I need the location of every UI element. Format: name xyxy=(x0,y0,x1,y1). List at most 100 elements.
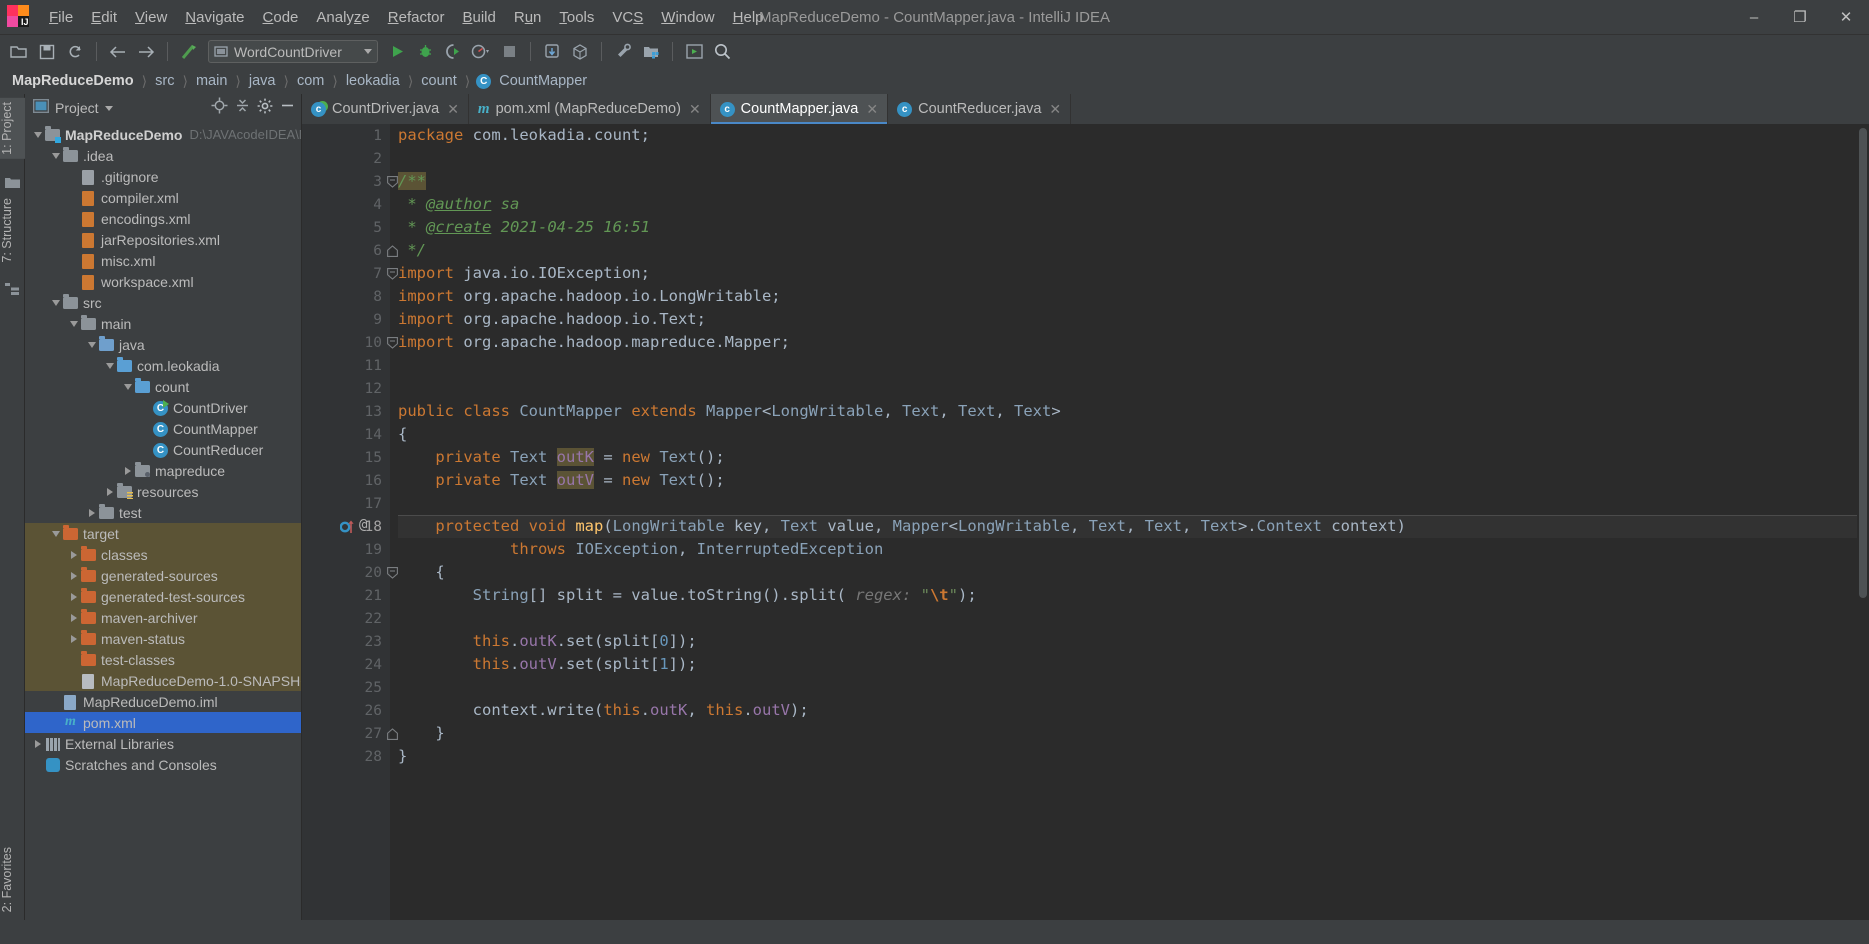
close-tab-icon[interactable]: ✕ xyxy=(866,101,878,118)
breadcrumb-item-count[interactable]: count xyxy=(419,73,458,89)
run-configuration-selector[interactable]: WordCountDriver xyxy=(208,40,378,63)
editor-gutter[interactable]: 1 2 3 4 5 6 7 8 9 10 11 12 13 14 15 16 17 @18 19 20 21 22 23 24… xyxy=(302,124,398,920)
gutter-line-25[interactable]: 25 xyxy=(302,676,390,699)
back-icon[interactable] xyxy=(105,39,131,65)
close-tab-icon[interactable]: ✕ xyxy=(1049,101,1061,118)
expand-arrow-icon[interactable] xyxy=(121,466,135,475)
commit-icon[interactable] xyxy=(567,39,593,65)
menu-item-help[interactable]: Help xyxy=(724,6,773,29)
breadcrumb-item-leokadia[interactable]: leokadia xyxy=(344,73,402,89)
locate-icon[interactable] xyxy=(211,97,228,119)
editor-tab-pom-xml-mapreducedemo[interactable]: m pom.xml (MapReduceDemo) ✕ xyxy=(469,94,711,124)
gutter-line-28[interactable]: 28 xyxy=(302,745,390,768)
gutter-line-1[interactable]: 1 xyxy=(302,124,390,147)
breadcrumb-item-project[interactable]: MapReduceDemo xyxy=(10,73,136,89)
sync-icon[interactable] xyxy=(62,39,88,65)
gutter-line-21[interactable]: 21 xyxy=(302,584,390,607)
editor-tab-countmapper-java[interactable]: c CountMapper.java ✕ xyxy=(710,94,889,124)
tree-node-target[interactable]: target xyxy=(25,523,301,544)
expand-arrow-icon[interactable] xyxy=(67,634,81,643)
close-tab-icon[interactable]: ✕ xyxy=(447,101,459,118)
hide-icon[interactable] xyxy=(280,98,295,118)
tree-node-gitignore[interactable]: .gitignore xyxy=(25,166,301,187)
gutter-line-2[interactable]: 2 xyxy=(302,147,390,170)
code-editor[interactable]: 1 2 3 4 5 6 7 8 9 10 11 12 13 14 15 16 17 @18 19 20 21 22 23 24… xyxy=(302,124,1869,920)
tree-node-pom-xml[interactable]: m pom.xml xyxy=(25,712,301,733)
run-icon[interactable] xyxy=(384,39,410,65)
menu-item-run[interactable]: Run xyxy=(505,6,551,29)
update-project-icon[interactable] xyxy=(539,39,565,65)
menu-item-edit[interactable]: Edit xyxy=(82,6,126,29)
tree-node-resources[interactable]: resources xyxy=(25,481,301,502)
gutter-line-10[interactable]: 10 xyxy=(302,331,398,354)
expand-arrow-icon[interactable] xyxy=(85,508,99,517)
gutter-line-4[interactable]: 4 xyxy=(302,193,390,216)
maximize-button[interactable]: ❐ xyxy=(1777,0,1823,34)
tree-node-idea[interactable]: .idea xyxy=(25,145,301,166)
minimize-button[interactable]: – xyxy=(1731,0,1777,34)
tool-window-tab-project[interactable]: 1: Project xyxy=(0,98,25,159)
expand-arrow-icon[interactable] xyxy=(31,739,45,748)
tree-node-countdriver[interactable]: C CountDriver xyxy=(25,397,301,418)
gutter-line-16[interactable]: 16 xyxy=(302,469,390,492)
tree-node-maven-archiver[interactable]: maven-archiver xyxy=(25,607,301,628)
expand-arrow-icon[interactable] xyxy=(67,592,81,601)
tree-node-mapreduce[interactable]: mapreduce xyxy=(25,460,301,481)
tree-node-misc-xml[interactable]: misc.xml xyxy=(25,250,301,271)
gutter-line-17[interactable]: 17 xyxy=(302,492,390,515)
expand-arrow-icon[interactable] xyxy=(67,571,81,580)
editor-tab-countreducer-java[interactable]: c CountReducer.java ✕ xyxy=(888,94,1072,124)
collapse-all-icon[interactable] xyxy=(235,98,250,118)
expand-arrow-icon[interactable] xyxy=(67,550,81,559)
gutter-line-3[interactable]: 3 xyxy=(302,170,398,193)
collapse-arrow-icon[interactable] xyxy=(31,131,45,138)
collapse-arrow-icon[interactable] xyxy=(49,530,63,537)
search-everywhere-icon[interactable] xyxy=(709,39,735,65)
menu-item-file[interactable]: File xyxy=(40,6,82,29)
gutter-line-12[interactable]: 12 xyxy=(302,377,390,400)
tree-node-maven-status[interactable]: maven-status xyxy=(25,628,301,649)
tree-node-encodings-xml[interactable]: encodings.xml xyxy=(25,208,301,229)
breadcrumb-item-main[interactable]: main xyxy=(194,73,229,89)
menu-item-code[interactable]: Code xyxy=(254,6,308,29)
editor-tab-countdriver-java[interactable]: c CountDriver.java ✕ xyxy=(302,94,469,124)
overridden-method-icon[interactable] xyxy=(339,519,354,538)
tree-node-mapreducedemo-iml[interactable]: MapReduceDemo.iml xyxy=(25,691,301,712)
tree-node-jarrepositories-xml[interactable]: jarRepositories.xml xyxy=(25,229,301,250)
tree-node-compiler-xml[interactable]: compiler.xml xyxy=(25,187,301,208)
tree-node-scratches-and-consoles[interactable]: Scratches and Consoles xyxy=(25,754,301,775)
save-all-icon[interactable] xyxy=(34,39,60,65)
build-icon[interactable] xyxy=(176,39,202,65)
select-in-icon[interactable] xyxy=(681,39,707,65)
menu-item-tools[interactable]: Tools xyxy=(550,6,603,29)
close-button[interactable]: ✕ xyxy=(1823,0,1869,34)
tree-node-classes[interactable]: classes xyxy=(25,544,301,565)
tree-node-mapreducedemo[interactable]: MapReduceDemo D:\JAVAcodeIDEA\M xyxy=(25,124,301,145)
expand-arrow-icon[interactable] xyxy=(67,613,81,622)
breadcrumb-item-src[interactable]: src xyxy=(153,73,176,89)
tool-window-tab-favorites[interactable]: 2: Favorites xyxy=(0,843,25,916)
gutter-line-15[interactable]: 15 xyxy=(302,446,390,469)
tree-node-test-classes[interactable]: test-classes xyxy=(25,649,301,670)
tree-node-countreducer[interactable]: C CountReducer xyxy=(25,439,301,460)
forward-icon[interactable] xyxy=(133,39,159,65)
gutter-line-14[interactable]: 14 xyxy=(302,423,390,446)
gutter-line-5[interactable]: 5 xyxy=(302,216,390,239)
run-with-coverage-icon[interactable] xyxy=(440,39,466,65)
editor-tab-strip[interactable]: c CountDriver.java ✕ m pom.xml (MapReduceDem… xyxy=(302,94,1869,124)
collapse-arrow-icon[interactable] xyxy=(67,320,81,327)
editor-vertical-scrollbar[interactable] xyxy=(1857,124,1869,920)
expand-arrow-icon[interactable] xyxy=(103,487,117,496)
chevron-down-icon[interactable] xyxy=(104,105,113,111)
collapse-arrow-icon[interactable] xyxy=(49,152,63,159)
gutter-line-18[interactable]: @18 xyxy=(302,515,390,538)
tree-node-main[interactable]: main xyxy=(25,313,301,334)
tree-node-count[interactable]: count xyxy=(25,376,301,397)
gutter-line-11[interactable]: 11 xyxy=(302,354,390,377)
gutter-line-7[interactable]: 7 xyxy=(302,262,398,285)
source-code[interactable]: package com.leokadia.count; /** * @autho… xyxy=(390,124,1869,768)
gutter-line-22[interactable]: 22 xyxy=(302,607,390,630)
menu-item-analyze[interactable]: Analyze xyxy=(307,6,378,29)
stop-icon[interactable] xyxy=(496,39,522,65)
menu-item-build[interactable]: Build xyxy=(453,6,504,29)
